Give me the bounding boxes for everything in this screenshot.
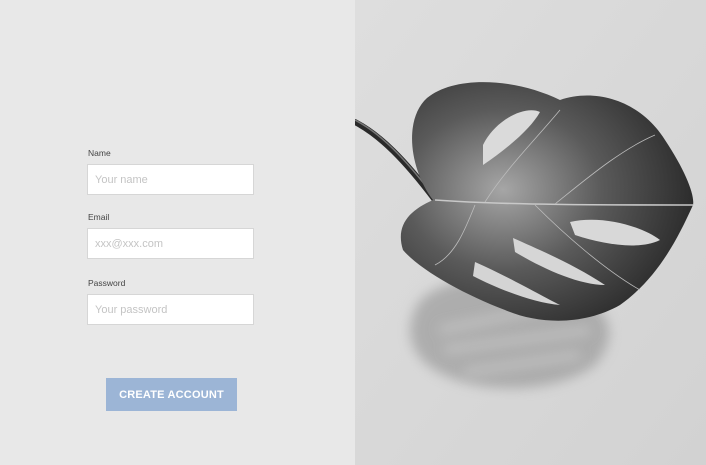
monstera-leaf-photo bbox=[355, 0, 706, 465]
signup-form: Name Email Password CREATE ACCOUNT bbox=[0, 0, 355, 465]
email-input[interactable] bbox=[87, 228, 254, 259]
create-account-button[interactable]: CREATE ACCOUNT bbox=[106, 378, 237, 411]
name-input[interactable] bbox=[87, 164, 254, 195]
password-label: Password bbox=[88, 278, 126, 288]
email-label: Email bbox=[88, 212, 110, 222]
leaf-illustration bbox=[355, 0, 706, 465]
name-label: Name bbox=[88, 148, 111, 158]
password-input[interactable] bbox=[87, 294, 254, 325]
